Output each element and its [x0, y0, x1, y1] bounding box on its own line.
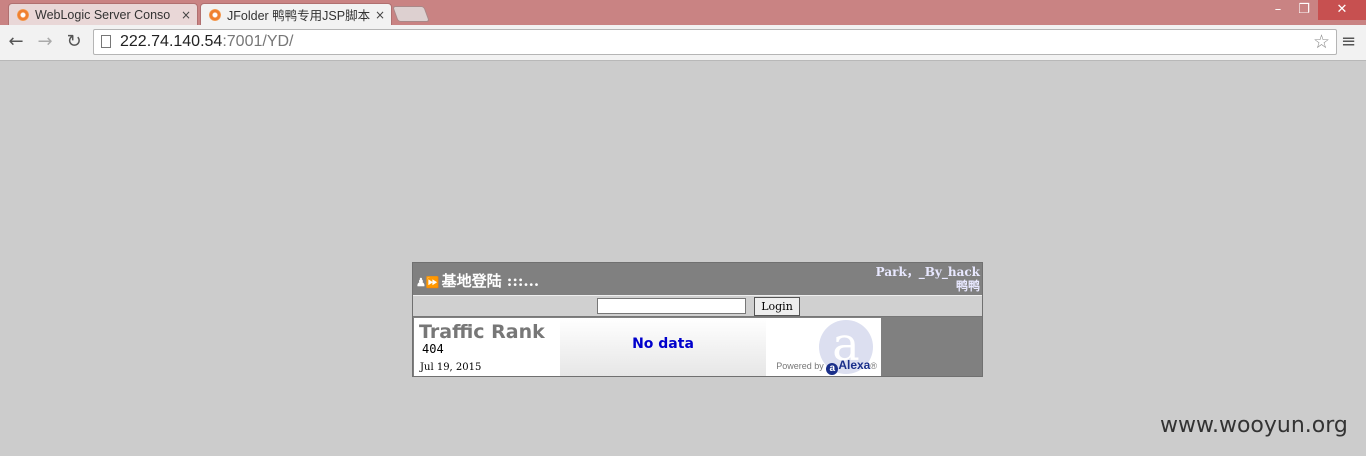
page-icon	[101, 35, 111, 48]
no-data-label: No data	[632, 336, 694, 352]
traffic-rank-date: Jul 19, 2015	[420, 362, 482, 373]
credit-line-2: 鸭鸭	[955, 279, 980, 293]
alexa-brand-text: Alexa	[838, 358, 871, 372]
traffic-rank-value: 404	[422, 342, 444, 356]
url-path: :7001/YD/	[222, 33, 294, 50]
url-host: 222.74.140.54	[120, 33, 223, 50]
login-title: ♟⏩ 基地登陆 :::...	[416, 270, 539, 291]
traffic-rank-title: Traffic Rank	[419, 321, 545, 343]
title-bar: WebLogic Server Conso × JFolder 鸭鸭专用JSP脚…	[0, 0, 1366, 25]
powered-by-alexa: Powered by a Alexa®	[776, 358, 877, 375]
alexa-trademark: ®	[870, 361, 877, 371]
login-button[interactable]: Login	[754, 297, 800, 316]
login-title-icon: ♟⏩	[416, 276, 440, 289]
menu-icon[interactable]: ≡	[1341, 33, 1356, 51]
alexa-widget[interactable]: Traffic Rank 404 Jul 19, 2015 No data a …	[414, 318, 881, 376]
login-form-row: Login	[413, 295, 982, 317]
maximize-icon[interactable]: ❐	[1292, 0, 1316, 20]
tab-close-icon[interactable]: ×	[375, 8, 385, 22]
reload-icon[interactable]: ↻	[63, 31, 85, 53]
tab-weblogic[interactable]: WebLogic Server Conso ×	[8, 3, 198, 25]
powered-by-text: Powered by	[776, 361, 824, 371]
window-close-icon[interactable]: ✕	[1318, 0, 1366, 20]
credit-line-1: Park，_By_hack	[875, 265, 980, 279]
bookmark-star-icon[interactable]: ☆	[1313, 31, 1330, 53]
rank-graph-area: No data	[560, 318, 766, 376]
tab-close-icon[interactable]: ×	[181, 8, 191, 22]
password-input[interactable]	[597, 298, 746, 314]
jfolder-favicon-icon	[209, 8, 221, 21]
watermark: www.wooyun.org	[1160, 413, 1348, 438]
tab-label: JFolder 鸭鸭专用JSP脚本	[227, 9, 371, 23]
tab-jfolder[interactable]: JFolder 鸭鸭专用JSP脚本 ×	[200, 3, 392, 25]
login-title-text: 基地登陆 :::...	[441, 272, 540, 290]
back-arrow-icon[interactable]: ←	[5, 31, 27, 53]
tab-label: WebLogic Server Conso	[35, 7, 171, 22]
url-text[interactable]: 222.74.140.54:7001/YD/	[120, 33, 293, 51]
author-credit: Park，_By_hack 鸭鸭	[876, 265, 980, 293]
minimize-icon[interactable]: –	[1266, 0, 1290, 20]
address-bar[interactable]: 222.74.140.54:7001/YD/ ☆	[93, 29, 1337, 55]
forward-arrow-icon[interactable]: →	[34, 31, 56, 53]
weblogic-favicon-icon	[17, 8, 29, 21]
browser-toolbar: ← → ↻ 222.74.140.54:7001/YD/ ☆ ≡	[0, 25, 1366, 61]
login-panel: ♟⏩ 基地登陆 :::... Park，_By_hack 鸭鸭 Login Tra…	[412, 262, 983, 377]
alexa-mark-icon: a	[826, 363, 839, 375]
panel-header: ♟⏩ 基地登陆 :::... Park，_By_hack 鸭鸭	[413, 263, 982, 295]
new-tab-button[interactable]	[392, 6, 430, 22]
